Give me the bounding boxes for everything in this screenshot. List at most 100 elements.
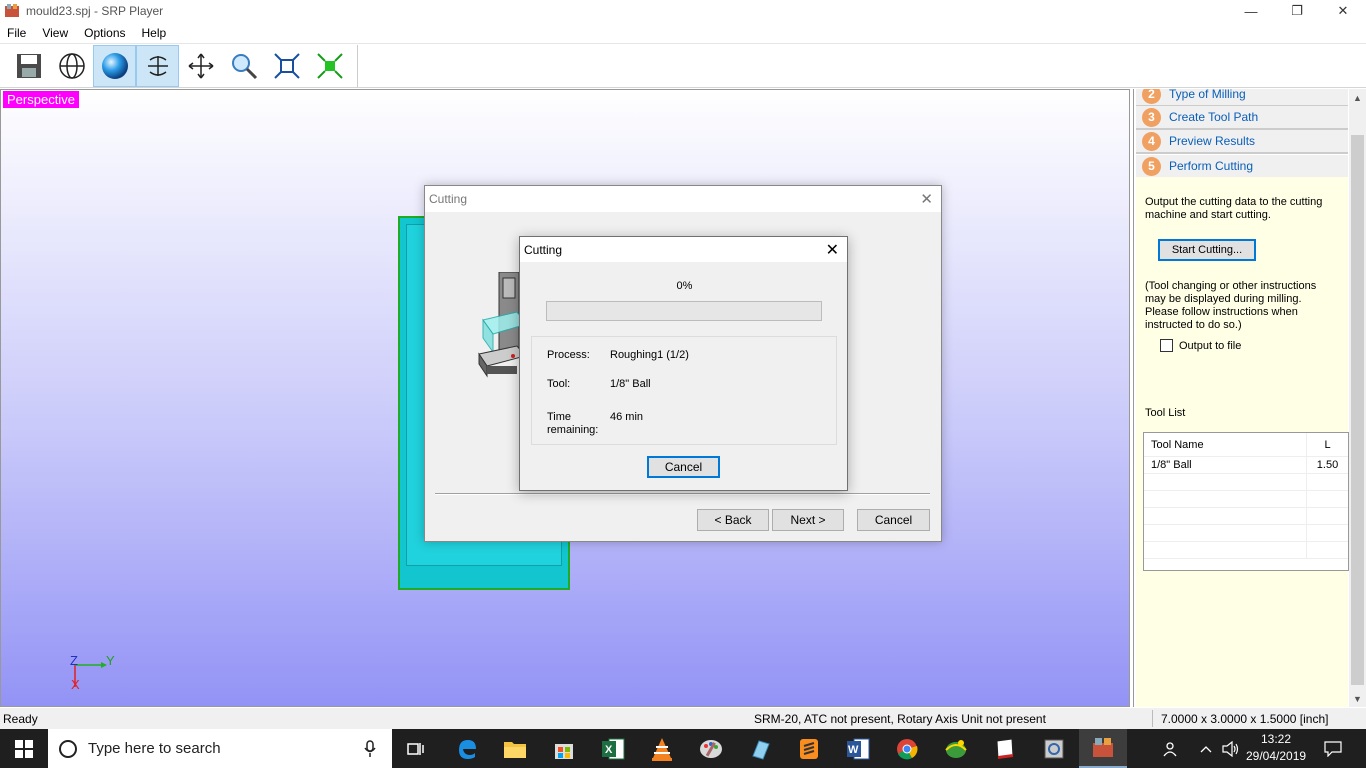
scrollbar-thumb[interactable] [1351, 135, 1364, 685]
srp-player-icon[interactable] [1079, 729, 1127, 768]
step-number-badge: 3 [1142, 107, 1161, 127]
menu-options[interactable]: Options [76, 26, 133, 40]
step-number-badge: 5 [1142, 156, 1161, 176]
back-button[interactable]: < Back [697, 509, 769, 531]
srp-player-app-icon [5, 4, 19, 17]
paint-icon[interactable] [687, 729, 735, 768]
taskbar-search-box[interactable]: Type here to search [48, 729, 392, 768]
table-row-empty [1144, 525, 1348, 542]
rotate-button[interactable] [136, 44, 179, 87]
tool-name-cell: 1/8" Ball [1144, 457, 1307, 473]
dialog-title: Cutting [429, 192, 468, 206]
restore-button[interactable]: ❐ [1274, 0, 1320, 22]
edge-icon[interactable] [443, 729, 491, 768]
fit-view-button[interactable] [265, 45, 308, 87]
axis-x-label: X [71, 677, 80, 692]
status-text: Ready [3, 712, 38, 726]
save-button[interactable] [7, 45, 50, 87]
cutting-info-box: Process: Roughing1 (1/2) Tool: 1/8" Ball T… [531, 336, 837, 445]
output-to-file-option[interactable]: Output to file [1160, 339, 1241, 352]
scroll-down-arrow-icon[interactable]: ▼ [1349, 690, 1366, 707]
step-type-of-milling[interactable]: 2 Type of Milling [1136, 89, 1348, 107]
menu-file[interactable]: File [0, 26, 34, 40]
wireframe-view-button[interactable] [50, 45, 93, 87]
minimize-button[interactable]: — [1228, 0, 1274, 22]
right-panel: 2 Type of Milling 3 Create Tool Path 4 P… [1133, 89, 1366, 707]
excel-icon[interactable]: X [589, 729, 637, 768]
file-explorer-icon[interactable] [491, 729, 539, 768]
sublime-icon[interactable] [785, 729, 833, 768]
settings-app-icon[interactable] [1030, 729, 1078, 768]
right-panel-scrollbar[interactable]: ▲ ▼ [1349, 89, 1366, 707]
menu-help[interactable]: Help [134, 26, 175, 40]
wireframe-globe-icon [58, 52, 85, 79]
step-perform-cutting[interactable]: 5 Perform Cutting [1136, 155, 1348, 179]
axis-y-label: Y [106, 653, 115, 668]
dialog-title-bar: Cutting ✕ [425, 186, 941, 212]
clock-date: 29/04/2019 [1246, 749, 1307, 763]
tool-length-cell: 1.50 [1316, 459, 1339, 471]
menu-bar: File View Options Help [0, 22, 1366, 43]
tool-change-note: (Tool changing or other instructions may… [1145, 280, 1317, 331]
people-icon[interactable] [1158, 729, 1184, 768]
step-label: Perform Cutting [1169, 159, 1254, 173]
pan-button[interactable] [179, 45, 222, 87]
taskbar: Type here to search X W 13:22 29/04/2019 [0, 729, 1366, 768]
view-mode-label: Perspective [3, 91, 79, 108]
cancel-cutting-button[interactable]: Cancel [647, 456, 720, 478]
chrome-icon[interactable] [883, 729, 931, 768]
taskbar-clock[interactable]: 13:22 29/04/2019 [1246, 731, 1306, 765]
table-row[interactable]: 1/8" Ball 1.50 [1144, 457, 1348, 474]
scroll-up-arrow-icon[interactable]: ▲ [1349, 89, 1366, 106]
svg-text:X: X [605, 744, 613, 756]
step-create-tool-path[interactable]: 3 Create Tool Path [1136, 106, 1348, 130]
pan-icon [188, 53, 213, 78]
status-bar: Ready SRM-20, ATC not present, Rotary Ax… [0, 708, 1366, 729]
notification-icon[interactable] [1318, 729, 1348, 768]
step-label: Type of Milling [1169, 89, 1246, 101]
microphone-icon[interactable] [364, 739, 376, 758]
search-placeholder: Type here to search [88, 740, 221, 757]
time-remaining-label: Time remaining: [547, 411, 599, 436]
task-view-icon[interactable] [392, 729, 440, 768]
vlc-icon[interactable] [638, 729, 686, 768]
workpiece-dimensions: 7.0000 x 3.0000 x 1.5000 [inch] [1161, 712, 1329, 726]
step-label: Create Tool Path [1169, 110, 1259, 124]
object-tools-button[interactable] [308, 45, 351, 87]
close-icon[interactable]: ✕ [920, 190, 933, 208]
start-cutting-button[interactable]: Start Cutting... [1158, 239, 1256, 261]
store-icon[interactable] [540, 729, 588, 768]
process-label: Process: [547, 349, 590, 361]
app-icon[interactable] [736, 729, 784, 768]
close-window-button[interactable]: ✕ [1320, 0, 1366, 22]
clock-time: 13:22 [1260, 732, 1292, 746]
dialog-divider [435, 493, 930, 495]
process-value: Roughing1 (1/2) [610, 349, 689, 361]
table-row-empty [1144, 508, 1348, 525]
next-button[interactable]: Next > [772, 509, 844, 531]
perform-cutting-pane: Output the cutting data to the cutting m… [1136, 177, 1349, 707]
tool-list-table[interactable]: Tool Name L 1/8" Ball 1.50 [1143, 432, 1349, 571]
close-icon[interactable]: ✕ [826, 240, 839, 260]
wizard-cancel-button[interactable]: Cancel [857, 509, 930, 531]
globe-app-icon[interactable] [932, 729, 980, 768]
table-header: Tool Name L [1144, 433, 1348, 457]
output-to-file-checkbox[interactable] [1160, 339, 1173, 352]
shaded-view-button[interactable] [93, 44, 136, 87]
toolbar [0, 43, 1366, 88]
machine-status: SRM-20, ATC not present, Rotary Axis Uni… [754, 712, 1046, 726]
chevron-up-icon[interactable] [1196, 729, 1216, 768]
step-preview-results[interactable]: 4 Preview Results [1136, 130, 1348, 154]
title-bar: mould23.spj - SRP Player — ❐ ✕ [0, 0, 1366, 22]
menu-view[interactable]: View [34, 26, 76, 40]
dialog-title-bar: Cutting ✕ [520, 237, 847, 262]
book-app-icon[interactable] [981, 729, 1029, 768]
volume-icon[interactable] [1220, 729, 1242, 768]
progress-bar [546, 301, 822, 321]
word-icon[interactable]: W [834, 729, 882, 768]
time-remaining-row: Time remaining: 46 min [547, 411, 643, 437]
start-button[interactable] [0, 729, 48, 768]
zoom-button[interactable] [222, 45, 265, 87]
progress-percent: 0% [676, 280, 693, 292]
cutting-progress-dialog: Cutting ✕ 0% Process: Roughing1 (1/2) Too… [519, 236, 848, 491]
